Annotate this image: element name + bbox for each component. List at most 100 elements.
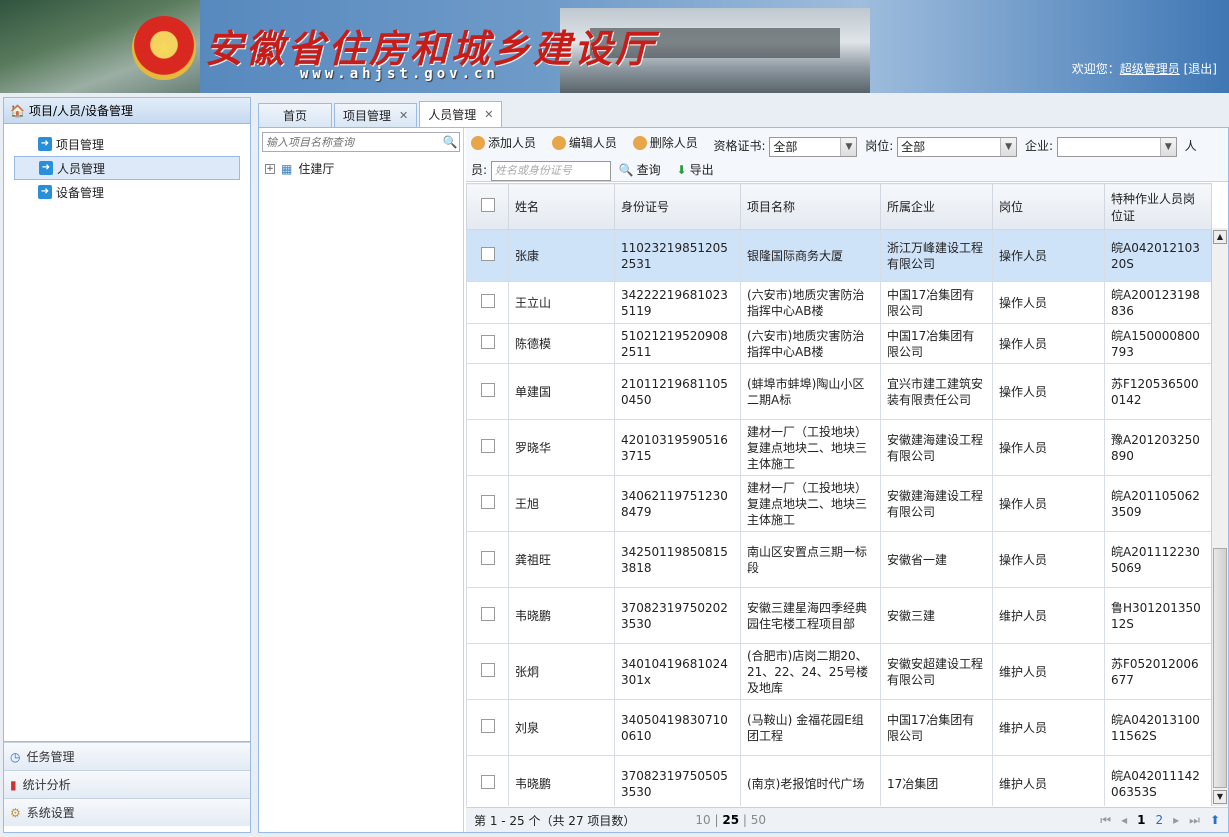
table-cell: 中国17冶集团有限公司	[880, 699, 993, 756]
section-settings[interactable]: ⚙ 系统设置	[4, 798, 250, 826]
table-cell: 370823197502023530	[614, 587, 741, 644]
delete-person-button[interactable]: 删除人员	[632, 131, 698, 155]
table-row[interactable]: 王立山 342222196810235119 (六安市)地质灾害防治指挥中心AB楼中…	[466, 281, 1212, 324]
table-cell: 银隆国际商务大厦	[740, 229, 881, 282]
table-cell: 韦晓鹏	[508, 755, 615, 806]
row-checkbox[interactable]	[480, 246, 495, 261]
export-button[interactable]: ⬇ 导出	[677, 158, 714, 182]
chevron-down-icon[interactable]: ▼	[840, 137, 857, 156]
table-cell: 皖A2011122305069	[1104, 531, 1212, 588]
table-cell: 340621197512308479	[614, 475, 741, 532]
tab-project[interactable]: 项目管理 ✕	[334, 103, 418, 127]
row-checkbox[interactable]	[480, 550, 495, 565]
section-task[interactable]: ◷ 任务管理	[4, 742, 250, 770]
row-checkbox[interactable]	[480, 606, 495, 621]
row-checkbox[interactable]	[480, 494, 495, 509]
table-cell: 皖A04201210320S	[1104, 229, 1212, 282]
section-stats[interactable]: ▮ 统计分析	[4, 770, 250, 798]
page-size-options: 10 | 25 | 50	[695, 813, 767, 827]
close-icon[interactable]: ✕	[484, 108, 493, 121]
left-accordion: 🏠 项目/人员/设备管理 ➜ 项目管理 ➜ 人员管理 ➜ 设备管理 ◷ 任务管理…	[3, 97, 251, 833]
prev-page-icon[interactable]: ◂	[1121, 813, 1127, 827]
column-header[interactable]: 所属企业	[880, 183, 993, 230]
row-checkbox[interactable]	[480, 438, 495, 453]
row-checkbox[interactable]	[480, 293, 495, 308]
search-user-icon: 🔍	[618, 163, 634, 177]
delete-user-icon	[632, 136, 647, 150]
tab-home[interactable]: 首页	[258, 103, 332, 127]
add-person-button[interactable]: 添加人员	[471, 131, 536, 155]
nav-item-project[interactable]: ➜ 项目管理	[14, 132, 240, 156]
table-cell: 韦晓鹏	[508, 587, 615, 644]
column-header[interactable]: 姓名	[508, 183, 615, 230]
back-to-top-icon[interactable]: ⬆	[1210, 813, 1220, 827]
first-page-icon[interactable]: ⏮	[1100, 813, 1111, 828]
row-checkbox[interactable]	[480, 662, 495, 677]
cert-select[interactable]: 全部 ▼	[769, 136, 858, 157]
chevron-down-icon[interactable]: ▼	[1000, 137, 1017, 156]
tab-personnel[interactable]: 人员管理 ✕	[419, 101, 503, 127]
row-select-cell	[466, 587, 509, 644]
cert-label: 资格证书:	[713, 139, 766, 153]
arrow-right-icon: ➜	[39, 161, 53, 175]
table-cell: 34010419681024301x	[614, 643, 741, 700]
nav-item-equipment[interactable]: ➜ 设备管理	[14, 180, 240, 204]
scroll-down-icon[interactable]: ▼	[1213, 790, 1227, 804]
page-size-50[interactable]: 50	[751, 813, 766, 827]
row-select-cell	[466, 475, 509, 532]
table-row[interactable]: 王旭 340621197512308479 建材一厂（工投地块）复建点地块二、地块三…	[466, 475, 1212, 532]
grid-scrollbar[interactable]: ▲ ▼	[1211, 228, 1228, 806]
table-row[interactable]: 刘泉 340504198307100610 (马鞍山) 金福花园E组团工程 中国17冶…	[466, 699, 1212, 756]
table-cell: 维护人员	[992, 587, 1105, 644]
tree-node-root[interactable]: + ▦ 住建厅	[259, 156, 463, 181]
page-2[interactable]: 2	[1155, 813, 1163, 827]
table-cell: 皖A04201310011562S	[1104, 699, 1212, 756]
row-checkbox[interactable]	[480, 382, 495, 397]
logout-link[interactable]: [退出]	[1184, 62, 1217, 76]
column-header[interactable]: 岗位	[992, 183, 1105, 230]
page-size-25[interactable]: 25	[722, 813, 739, 827]
query-button[interactable]: 🔍 查询	[619, 158, 661, 182]
expand-icon[interactable]: +	[265, 163, 275, 174]
post-select[interactable]: 全部 ▼	[897, 136, 1018, 157]
table-row[interactable]: 单建国 210112196811050450 (蚌埠市蚌埠)陶山小区二期A标 宜兴市建…	[466, 363, 1212, 420]
table-row[interactable]: 张康 110232198512052531 银隆国际商务大厦 浙江万峰建设工程有限公司…	[466, 229, 1212, 282]
nav-item-personnel[interactable]: ➜ 人员管理	[14, 156, 240, 180]
table-row[interactable]: 韦晓鹏 370823197505053530 (南京)老报馆时代广场 17冶集团 维护人…	[466, 755, 1212, 806]
tree-search-input[interactable]	[263, 133, 441, 151]
company-select[interactable]: ▼	[1056, 136, 1177, 157]
person-search-input[interactable]: 姓名或身份证号	[490, 160, 611, 181]
column-header[interactable]: 项目名称	[740, 183, 881, 230]
table-row[interactable]: 张炯 34010419681024301x (合肥市)店岗二期20、21、22、24…	[466, 643, 1212, 700]
section-label: 任务管理	[26, 750, 75, 764]
scroll-thumb[interactable]	[1213, 548, 1227, 788]
column-header[interactable]: 身份证号	[614, 183, 741, 230]
table-row[interactable]: 陈德模 510212195209082511 (六安市)地质灾害防治指挥中心AB楼中…	[466, 323, 1212, 364]
next-page-icon[interactable]: ▸	[1173, 813, 1179, 827]
table-cell: 安徽三建星海四季经典园住宅楼工程项目部	[740, 587, 881, 644]
table-header-row: 姓名 身份证号 项目名称 所属企业 岗位 特种作业人员岗位证	[466, 183, 1212, 230]
table-cell: 南山区安置点三期一标段	[740, 531, 881, 588]
site-url: www.ahjst.gov.cn	[300, 66, 499, 82]
scroll-up-icon[interactable]: ▲	[1213, 230, 1227, 244]
nav-item-label: 设备管理	[56, 185, 105, 200]
accordion-header-management[interactable]: 🏠 项目/人员/设备管理	[4, 98, 250, 124]
column-header[interactable]: 特种作业人员岗位证	[1104, 183, 1212, 230]
table-row[interactable]: 龚祖旺 342501198508153818 南山区安置点三期一标段 安徽省一建 操作人…	[466, 531, 1212, 588]
last-page-icon[interactable]: ⏭	[1189, 813, 1200, 828]
page-size-10[interactable]: 10	[695, 813, 710, 827]
accordion-title: 项目/人员/设备管理	[28, 104, 134, 118]
table-row[interactable]: 罗晓华 420103195905163715 建材一厂（工投地块）复建点地块二、地块…	[466, 419, 1212, 476]
user-name-link[interactable]: 超级管理员	[1120, 62, 1180, 76]
row-checkbox[interactable]	[480, 774, 495, 789]
chevron-down-icon[interactable]: ▼	[1159, 137, 1176, 156]
row-checkbox[interactable]	[480, 718, 495, 733]
close-icon[interactable]: ✕	[399, 109, 408, 122]
row-checkbox[interactable]	[480, 334, 495, 349]
table-row[interactable]: 韦晓鹏 370823197502023530 安徽三建星海四季经典园住宅楼工程项目部…	[466, 587, 1212, 644]
table-cell: 建材一厂（工投地块）复建点地块二、地块三主体施工	[740, 475, 881, 532]
select-all-checkbox[interactable]	[480, 198, 495, 212]
edit-person-button[interactable]: 编辑人员	[551, 131, 617, 155]
search-icon[interactable]: 🔍	[441, 135, 459, 149]
page-1[interactable]: 1	[1137, 813, 1145, 827]
